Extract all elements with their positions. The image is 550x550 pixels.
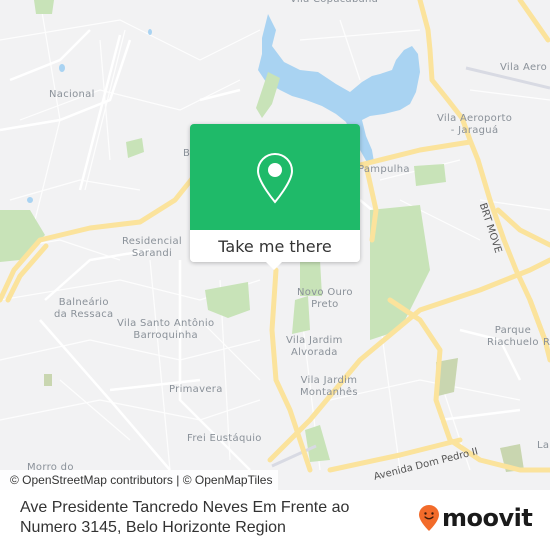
moovit-logo[interactable]: moovit (418, 504, 533, 532)
popup-pointer (266, 262, 282, 270)
pond (59, 64, 65, 72)
map-label-vila-jardim-alvorada: Vila Jardim Alvorada (286, 335, 343, 358)
map-label-vila-jardim-montanhes: Vila Jardim Montanhês (300, 375, 358, 398)
location-popup: Take me there (190, 124, 360, 270)
map-label-vila-aero: Vila Aero (500, 62, 548, 73)
map-label-primavera: Primavera (169, 384, 223, 395)
map-attribution[interactable]: © OpenStreetMap contributors | © OpenMap… (0, 470, 279, 490)
map-label-la-partial: La (537, 440, 550, 451)
moovit-pin-icon (419, 505, 439, 531)
map-label-vila-copacabana: Vila Copacabana (290, 0, 378, 6)
pond (27, 197, 33, 203)
map-label-pampulha: Pampulha (358, 164, 410, 175)
moovit-wordmark: moovit (442, 504, 533, 532)
map-label-residencial-sarandi: Residencial Sarandi (122, 236, 182, 259)
map-label-balneario-da-ressaca: Balneário da Ressaca (54, 297, 114, 320)
footer: Ave Presidente Tancredo Neves Em Frente … (0, 490, 550, 550)
map-label-parque-riachuelo: Parque Riachuelo (487, 325, 539, 348)
stop-title: Ave Presidente Tancredo Neves Em Frente … (20, 499, 350, 536)
map-label-vila-santo-antonio-barroquinha: Vila Santo Antônio Barroquinha (117, 318, 215, 341)
map-label-nacional: Nacional (49, 89, 95, 100)
map[interactable]: Vila Copacabana Nacional Vila Aero Vila … (0, 0, 550, 490)
map-label-r-partial: R (543, 337, 550, 348)
take-me-there-button[interactable]: Take me there (190, 230, 360, 262)
map-pin-icon (256, 152, 294, 204)
popup-header (190, 124, 360, 230)
map-label-frei-eustaquio: Frei Eustáquio (187, 433, 262, 444)
map-label-vila-aeroporto-jaragua: Vila Aeroporto - Jaraguá (437, 113, 513, 136)
map-label-novo-ouro-preto: Novo Ouro Preto (297, 287, 353, 310)
pond (148, 29, 152, 35)
